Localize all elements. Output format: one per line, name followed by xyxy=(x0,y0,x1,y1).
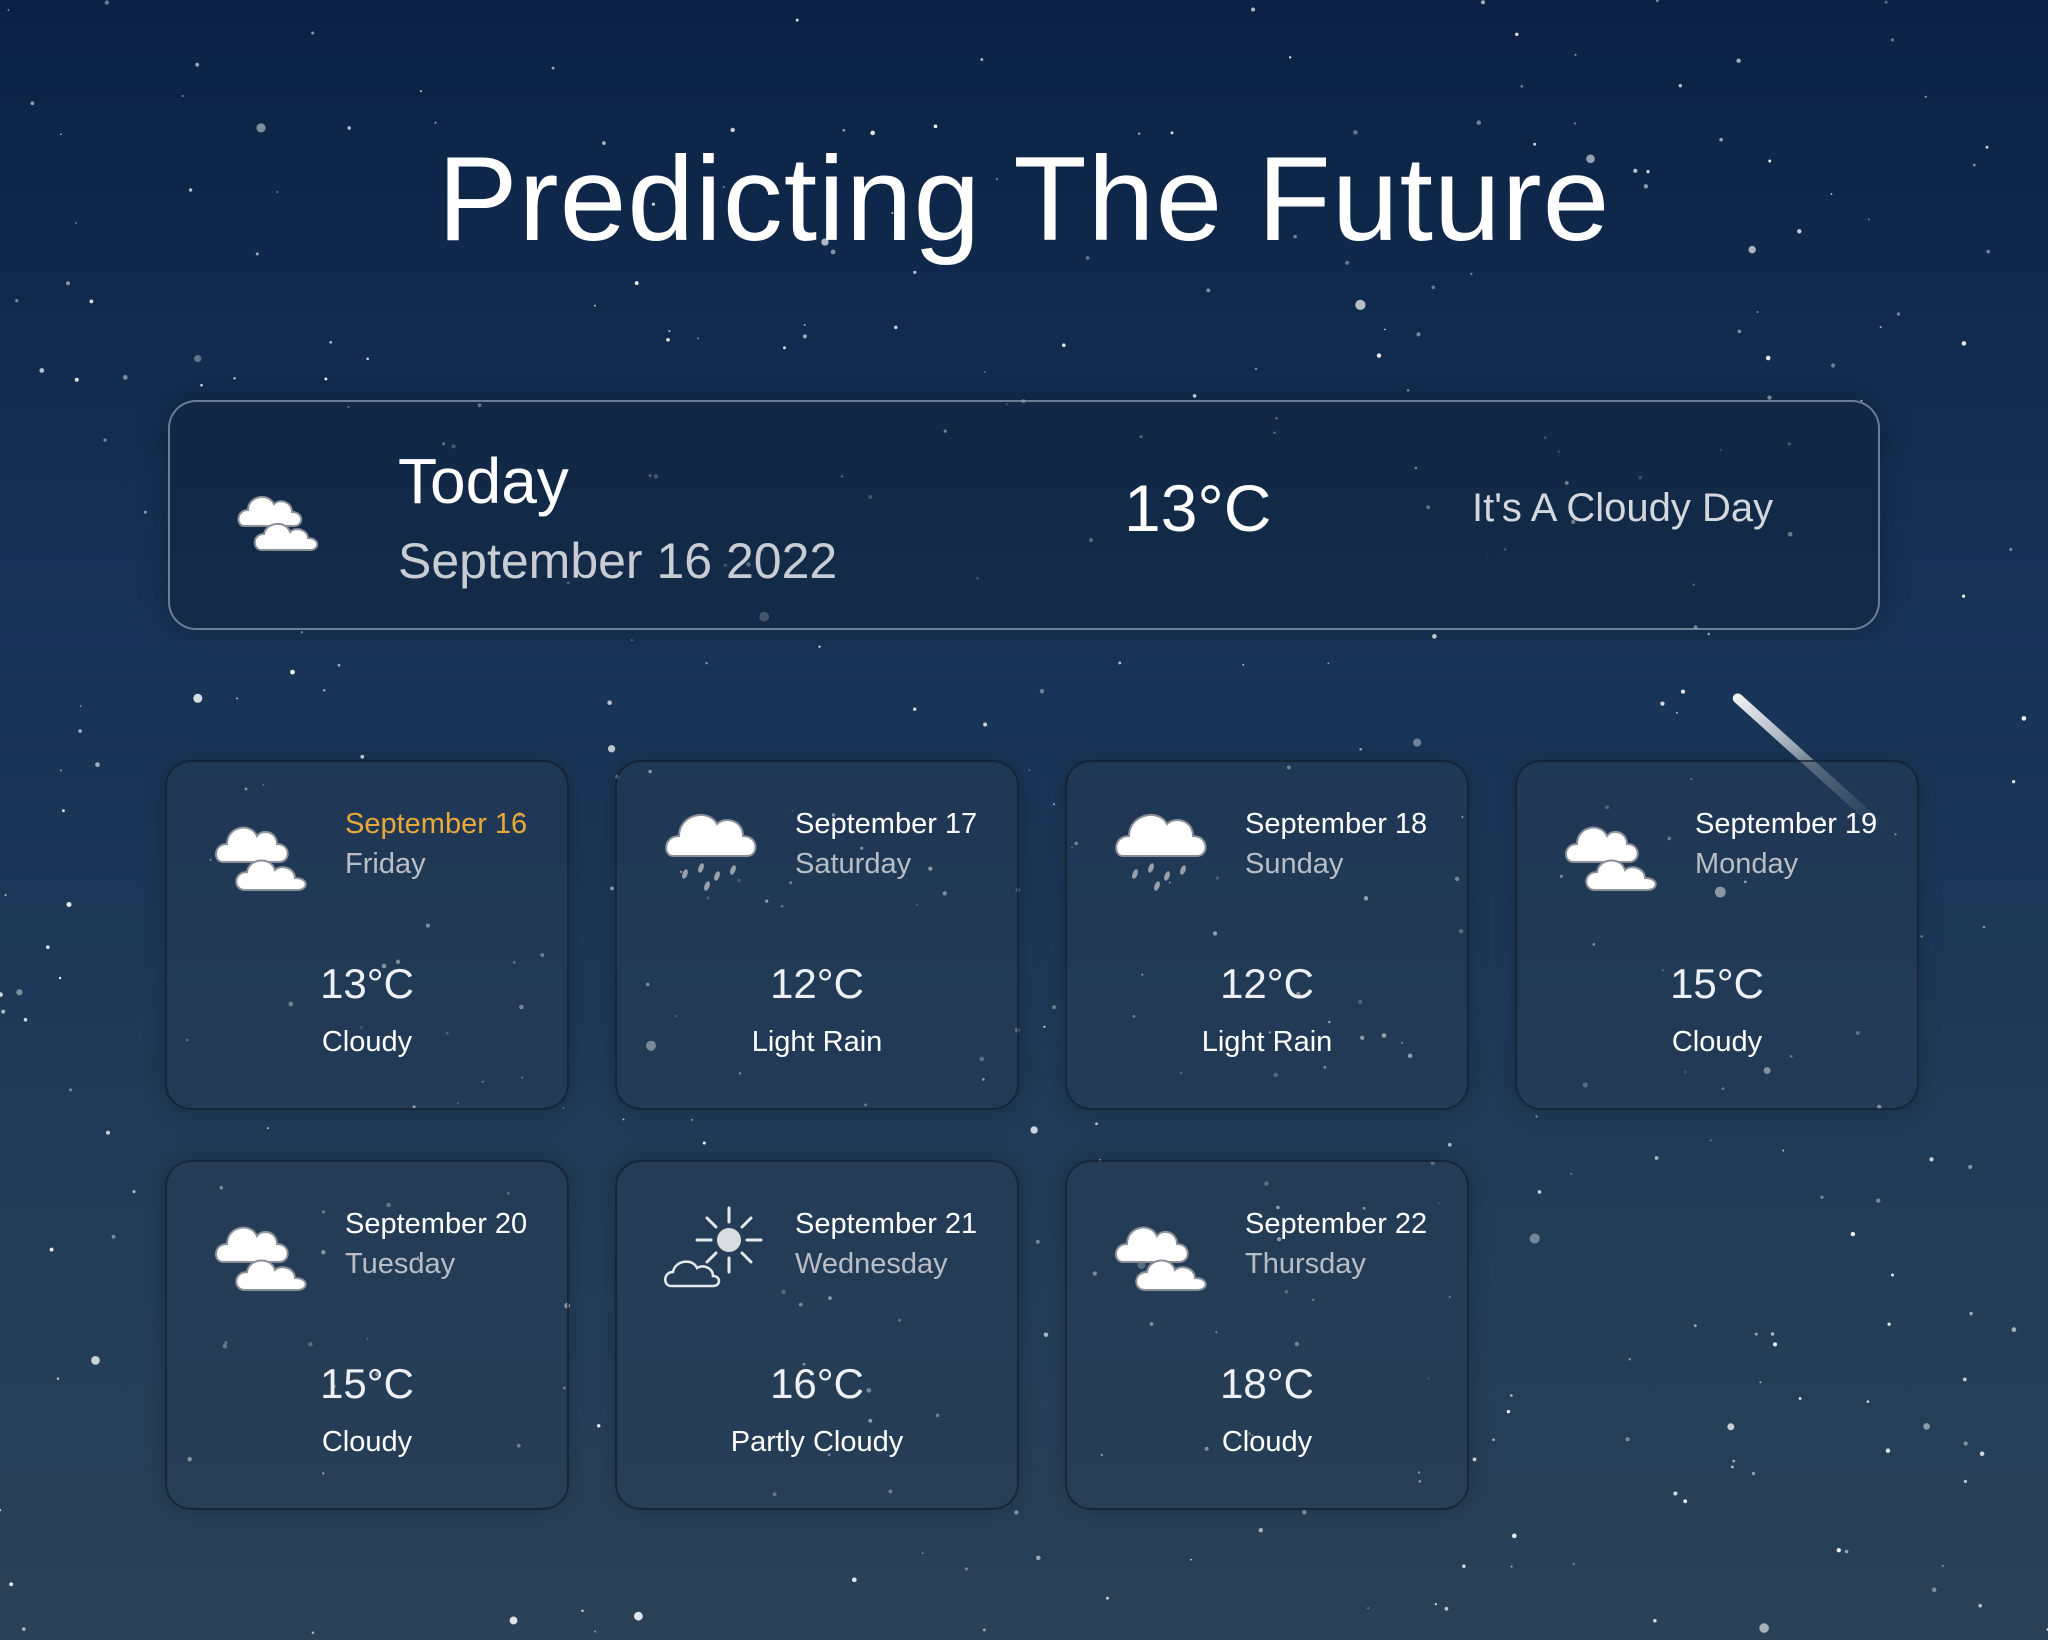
cloudy-icon xyxy=(1563,802,1667,902)
forecast-condition: Light Rain xyxy=(1201,1026,1333,1058)
today-temperature: 13°C xyxy=(1124,471,1272,545)
forecast-card: September 17 Saturday 12°C Light Rain xyxy=(615,760,1019,1110)
forecast-temperature: 15°C xyxy=(320,1360,414,1407)
forecast-temperature: 12°C xyxy=(770,960,864,1007)
rain-icon xyxy=(1113,802,1217,902)
forecast-card: September 19 Monday 15°C Cloudy xyxy=(1515,760,1919,1110)
forecast-date: September 19 xyxy=(1695,808,1878,840)
forecast-weekday: Monday xyxy=(1695,848,1799,880)
today-label: Today xyxy=(398,445,569,517)
forecast-card: September 20 Tuesday 15°C Cloudy xyxy=(165,1160,569,1510)
forecast-card: September 16 Friday 13°C Cloudy xyxy=(165,760,569,1110)
today-card: Today September 16 2022 13°C It's A Clou… xyxy=(168,400,1880,630)
forecast-date: September 17 xyxy=(795,808,978,840)
page-title: Predicting The Future xyxy=(437,132,1611,266)
rain-icon xyxy=(663,802,767,902)
forecast-date: September 16 xyxy=(345,808,528,840)
forecast-weekday: Friday xyxy=(345,848,426,880)
forecast-condition: Cloudy xyxy=(1671,1026,1763,1058)
forecast-condition: Cloudy xyxy=(1221,1426,1313,1458)
forecast-date: September 22 xyxy=(1245,1208,1428,1240)
partly-cloudy-icon xyxy=(663,1202,767,1302)
forecast-condition: Partly Cloudy xyxy=(730,1426,904,1458)
forecast-card: September 18 Sunday 12°C Light Rain xyxy=(1065,760,1469,1110)
cloudy-icon xyxy=(213,802,317,902)
forecast-temperature: 16°C xyxy=(770,1360,864,1407)
forecast-weekday: Wednesday xyxy=(795,1248,948,1280)
forecast-temperature: 15°C xyxy=(1670,960,1764,1007)
forecast-condition: Cloudy xyxy=(321,1026,413,1058)
forecast-card: September 21 Wednesday 16°C Partly Cloudy xyxy=(615,1160,1019,1510)
forecast-date: September 21 xyxy=(795,1208,978,1240)
forecast-condition: Cloudy xyxy=(321,1426,413,1458)
today-date: September 16 2022 xyxy=(398,533,838,589)
forecast-temperature: 13°C xyxy=(320,960,414,1007)
forecast-condition: Light Rain xyxy=(751,1026,883,1058)
cloudy-icon xyxy=(237,495,319,551)
forecast-date: September 18 xyxy=(1245,808,1428,840)
forecast-weekday: Tuesday xyxy=(345,1248,456,1280)
cloudy-icon xyxy=(1113,1202,1217,1302)
forecast-card: September 22 Thursday 18°C Cloudy xyxy=(1065,1160,1469,1510)
forecast-weekday: Saturday xyxy=(795,848,912,880)
forecast-weekday: Sunday xyxy=(1245,848,1344,880)
forecast-temperature: 12°C xyxy=(1220,960,1314,1007)
cloudy-icon xyxy=(213,1202,317,1302)
forecast-weekday: Thursday xyxy=(1245,1248,1366,1280)
forecast-date: September 20 xyxy=(345,1208,528,1240)
forecast-temperature: 18°C xyxy=(1220,1360,1314,1407)
today-description: It's A Cloudy Day xyxy=(1472,486,1774,530)
